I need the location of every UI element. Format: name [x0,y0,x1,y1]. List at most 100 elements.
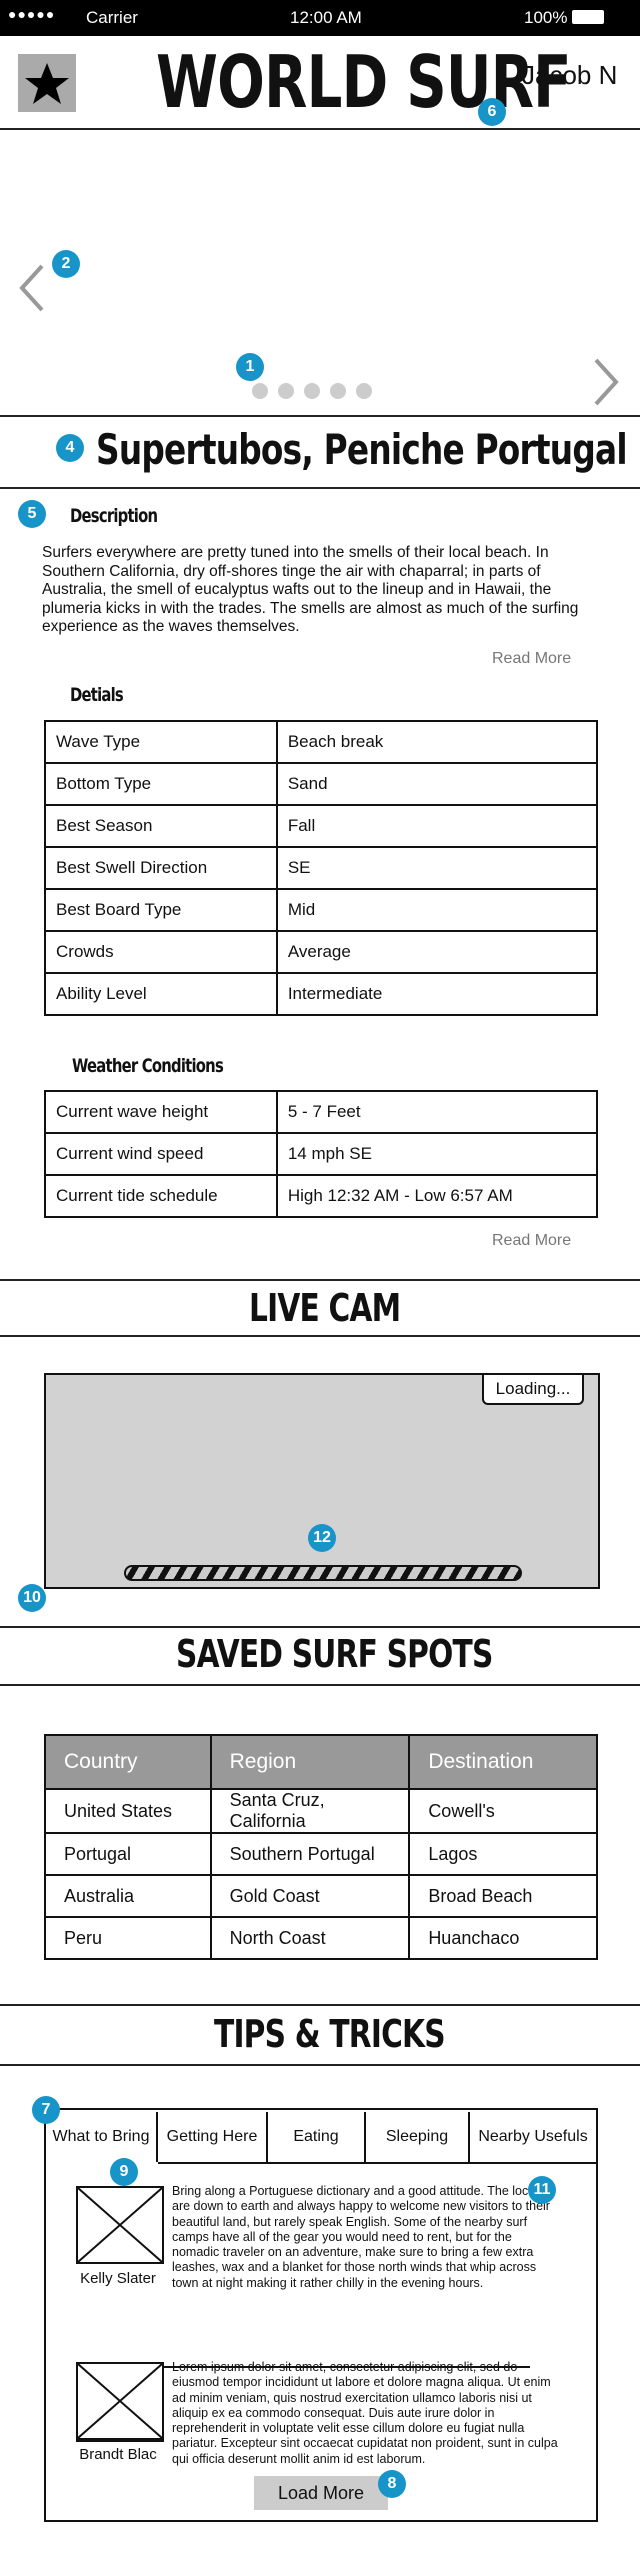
post-text: Lorem ipsum dolor sit amet, consectetur … [172,2360,558,2466]
annotation-badge: 2 [52,250,80,278]
saved-heading: SAVED SURF SPOTS [176,1632,493,1676]
annotation-badge: 9 [110,2158,138,2186]
tab-getting-here[interactable]: Getting Here [158,2112,268,2164]
star-icon [25,63,69,104]
tab-sleeping[interactable]: Sleeping [366,2112,470,2164]
table-cell: Santa Cruz, California [209,1788,411,1834]
details-heading: Detials [70,684,124,706]
detail-label: Best Board Type [44,888,278,932]
detail-value: SE [275,846,599,890]
table-cell: Gold Coast [209,1874,411,1918]
annotation-badge: 6 [478,98,506,126]
post-text: Bring along a Portuguese dictionary and … [172,2184,550,2290]
table-row: Current wind speed 14 mph SE [44,1132,599,1176]
table-row: Best Board Type Mid [44,888,599,932]
weather-read-more-link[interactable]: Read More [492,1232,571,1250]
carousel-dot[interactable] [252,383,268,399]
table-header-row: Country Region Destination [44,1734,598,1790]
table-row: Wave Type Beach break [44,720,599,764]
carousel-dot[interactable] [356,383,372,399]
table-row[interactable]: United States Santa Cruz, California Cowel… [44,1788,598,1834]
loading-indicator: Loading... [482,1375,584,1405]
description-read-more-link[interactable]: Read More [492,650,571,668]
table-row: Current tide schedule High 12:32 AM - Low… [44,1174,599,1218]
table-cell: Southern Portugal [209,1832,411,1876]
table-row[interactable]: Portugal Southern Portugal Lagos [44,1832,598,1876]
table-cell: Huanchaco [408,1916,598,1960]
tips-divider-bottom [0,2064,640,2066]
livecam-heading: LIVE CAM [249,1286,401,1330]
column-header[interactable]: Region [209,1734,411,1790]
table-row: Ability Level Intermediate [44,972,599,1016]
table-row[interactable]: Australia Gold Coast Broad Beach [44,1874,598,1918]
spot-title: Supertubos, Peniche Portugal [96,425,628,474]
tab-nearby-usefuls[interactable]: Nearby Usefuls [470,2112,596,2164]
signal-icon: ●●●●● [8,6,56,22]
author-avatar [76,2362,164,2440]
post-author: Brandt Blac [79,2446,157,2463]
carousel-next-icon[interactable] [590,354,624,410]
table-cell: Australia [44,1874,212,1918]
detail-value: Mid [275,888,599,932]
table-cell: Lagos [408,1832,598,1876]
tips-heading: TIPS & TRICKS [214,2012,446,2056]
livecam-divider-top [0,1279,640,1281]
carousel-dot[interactable] [304,383,320,399]
detail-label: Best Swell Direction [44,846,278,890]
column-header[interactable]: Country [44,1734,212,1790]
carousel-dots[interactable] [247,383,377,404]
tab-what-to-bring[interactable]: What to Bring [46,2112,158,2162]
carousel-divider [0,415,640,417]
annotation-badge: 1 [236,353,264,381]
image-carousel[interactable] [0,130,640,416]
detail-label: Best Season [44,804,278,848]
tab-eating[interactable]: Eating [268,2112,366,2164]
weather-label: Current wind speed [44,1132,278,1176]
table-cell: United States [44,1788,212,1834]
annotation-badge: 11 [528,2176,556,2204]
table-cell: Portugal [44,1832,212,1876]
annotation-badge: 5 [18,500,46,528]
author-avatar [76,2186,164,2264]
user-name[interactable]: Jacob N [522,60,617,91]
table-cell: Cowell's [408,1788,598,1834]
post-author: Kelly Slater [80,2270,156,2287]
weather-label: Current tide schedule [44,1174,278,1218]
table-cell: Peru [44,1916,212,1960]
table-cell: Broad Beach [408,1874,598,1918]
carousel-dot[interactable] [330,383,346,399]
detail-label: Crowds [44,930,278,974]
detail-label: Wave Type [44,720,278,764]
annotation-badge: 7 [32,2096,60,2124]
annotation-badge: 4 [56,434,84,462]
loading-progress-bar [124,1565,522,1581]
column-header[interactable]: Destination [408,1734,598,1790]
saved-divider-top [0,1626,640,1628]
carousel-dot[interactable] [278,383,294,399]
livecam-player[interactable]: Loading... [44,1373,600,1589]
table-row[interactable]: Peru North Coast Huanchaco [44,1916,598,1960]
weather-table: Current wave height 5 - 7 Feet Current win… [44,1090,599,1218]
carousel-prev-icon[interactable] [14,260,48,316]
table-row: Best Season Fall [44,804,599,848]
annotation-badge: 8 [378,2470,406,2498]
weather-heading: Weather Conditions [72,1055,224,1077]
table-cell: North Coast [209,1916,411,1960]
battery-icon [572,10,604,24]
carrier-label: Carrier [86,8,138,27]
weather-value: High 12:32 AM - Low 6:57 AM [275,1174,599,1218]
battery-label: 100% [524,8,568,27]
table-row: Current wave height 5 - 7 Feet [44,1090,599,1134]
load-more-button[interactable]: Load More [254,2476,388,2510]
tips-divider-top [0,2004,640,2006]
detail-value: Fall [275,804,599,848]
weather-label: Current wave height [44,1090,278,1134]
table-row: Crowds Average [44,930,599,974]
status-bar: ●●●●● Carrier 12:00 AM 100% [0,0,640,36]
title-divider [0,487,640,489]
saved-spots-table: Country Region Destination United States San… [44,1734,598,1960]
livecam-divider-bottom [0,1335,640,1337]
description-text: Surfers everywhere are pretty tuned into… [42,544,579,635]
favorite-star-button[interactable] [18,54,76,112]
description-heading: Description [70,505,158,527]
